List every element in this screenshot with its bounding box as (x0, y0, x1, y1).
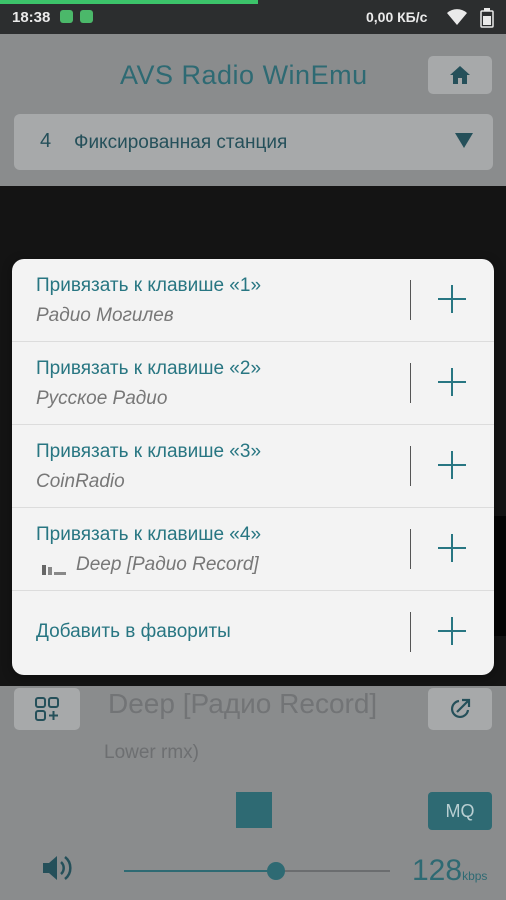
volume-icon[interactable] (40, 852, 74, 884)
playing-bars-icon (42, 565, 66, 575)
quality-button[interactable]: MQ (428, 792, 492, 830)
grid-add-icon (35, 697, 59, 721)
bind-key-3-label[interactable]: Привязать к клавише «3» (36, 441, 261, 463)
divider (410, 612, 411, 652)
list-item[interactable]: Привязать к клавише «4» Deep [Радио Reco… (12, 508, 494, 591)
plus-icon[interactable] (438, 368, 466, 396)
bind-key-dialog: Привязать к клавише «1» Радио Могилев Пр… (12, 259, 494, 675)
network-speed: 0,00 КБ/с (366, 9, 428, 25)
divider (410, 363, 411, 403)
bitrate-display: 128kbps (412, 854, 487, 888)
station-number: 4 (40, 130, 52, 152)
list-item[interactable]: Добавить в фавориты (12, 591, 494, 674)
add-favorite-label[interactable]: Добавить в фавориты (36, 621, 231, 643)
bind-key-1-station: Радио Могилев (36, 305, 174, 326)
plus-icon[interactable] (438, 285, 466, 313)
dropdown-arrow-icon (455, 133, 473, 148)
bind-key-4-label[interactable]: Привязать к клавише «4» (36, 524, 261, 546)
list-item[interactable]: Привязать к клавише «3» CoinRadio (12, 425, 494, 508)
station-name: Фиксированная станция (74, 132, 288, 153)
wifi-icon (447, 9, 467, 25)
add-widget-button[interactable] (14, 688, 80, 730)
status-bar: 18:38 0,00 КБ/с (0, 0, 506, 34)
home-icon (450, 66, 470, 84)
volume-thumb[interactable] (266, 862, 285, 880)
bitrate-unit: kbps (462, 869, 488, 883)
list-item[interactable]: Привязать к клавише «2» Русское Радио (12, 342, 494, 425)
notification-icon (60, 10, 73, 23)
bind-key-4-station: Deep [Радио Record] (76, 554, 259, 575)
share-icon (450, 698, 471, 719)
bind-key-2-label[interactable]: Привязать к клавише «2» (36, 358, 261, 380)
station-dropdown[interactable]: 4 Фиксированная станция (14, 114, 493, 170)
volume-fill (124, 870, 276, 872)
divider (410, 529, 411, 569)
now-playing-title: Deep [Радио Record] (108, 688, 378, 719)
bitrate-value: 128 (412, 854, 463, 887)
battery-icon (480, 8, 494, 28)
status-time: 18:38 (12, 9, 51, 26)
list-item[interactable]: Привязать к клавише «1» Радио Могилев (12, 259, 494, 342)
share-button[interactable] (428, 688, 492, 730)
home-button[interactable] (428, 56, 492, 94)
divider (410, 446, 411, 486)
notification-icon (80, 10, 93, 23)
plus-icon[interactable] (438, 534, 466, 562)
now-playing-subtitle: Lower rmx) (104, 742, 200, 763)
plus-icon[interactable] (438, 451, 466, 479)
plus-icon[interactable] (438, 617, 466, 645)
bind-key-2-station: Русское Радио (36, 388, 168, 409)
divider (410, 280, 411, 320)
top-progress-bar (0, 0, 259, 4)
bind-key-3-station: CoinRadio (36, 471, 125, 492)
bind-key-1-label[interactable]: Привязать к клавише «1» (36, 275, 261, 297)
volume-slider[interactable] (124, 870, 390, 872)
app-title: AVS Radio WinEmu (120, 60, 368, 90)
stop-button[interactable] (236, 792, 272, 828)
